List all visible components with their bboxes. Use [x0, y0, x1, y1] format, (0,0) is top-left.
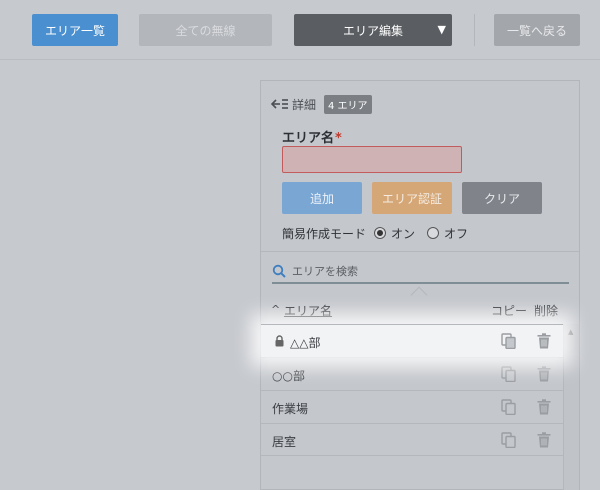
list-scrollbar[interactable]: ▲ — [563, 324, 579, 490]
required-mark: * — [335, 131, 342, 146]
list-item[interactable]: 作業場 — [261, 390, 563, 423]
area-search[interactable]: エリアを検索 — [272, 260, 569, 284]
copy-icon[interactable] — [501, 432, 516, 448]
copy-icon[interactable] — [501, 399, 516, 415]
lock-icon — [275, 335, 284, 347]
area-count-badge: 4 エリア — [324, 94, 372, 114]
area-edit-dropdown[interactable]: エリア編集 ▼ — [294, 14, 452, 46]
area-edit-label: エリア編集 — [343, 23, 404, 38]
column-area-name[interactable]: エリア名 — [284, 302, 332, 319]
area-detail-panel: 詳細 4 エリア エリア名* 追加 エリア認証 クリア 簡易作成モード オン オ… — [260, 80, 580, 490]
column-copy: コピー — [491, 304, 528, 318]
area-list-button[interactable]: エリア一覧 — [32, 14, 118, 46]
mode-on-radio[interactable] — [374, 227, 387, 239]
trash-icon[interactable] — [537, 333, 551, 349]
detail-label: 詳細 — [292, 97, 317, 112]
area-auth-button[interactable]: エリア認証 — [372, 182, 452, 214]
area-name: △△部 — [290, 336, 321, 350]
toolbar-divider — [474, 14, 475, 46]
sort-asc-icon[interactable]: ^ — [271, 303, 280, 316]
area-name: 作業場 — [272, 402, 309, 416]
mode-label: 簡易作成モード — [282, 226, 367, 241]
area-name: 居室 — [272, 435, 297, 449]
list-item[interactable]: △△部 — [261, 324, 563, 357]
caret-down-icon: ▼ — [437, 23, 446, 36]
divider — [261, 251, 579, 252]
column-delete: 削除 — [534, 304, 559, 318]
all-wireless-button[interactable]: 全ての無線 — [139, 14, 272, 46]
detail-header: 詳細 4 エリア — [271, 94, 372, 114]
area-name-input[interactable] — [282, 146, 462, 173]
trash-icon[interactable] — [537, 399, 551, 415]
area-name-label: エリア名* — [282, 127, 342, 146]
add-button[interactable]: 追加 — [282, 182, 362, 214]
mode-on-label: オン — [391, 226, 416, 241]
search-icon — [272, 264, 286, 278]
area-name: ○○部 — [272, 369, 305, 383]
area-list: △△部 ○○部 作業場 居室 — [261, 324, 563, 490]
trash-icon[interactable] — [537, 432, 551, 448]
trash-icon[interactable] — [537, 366, 551, 382]
list-item[interactable]: 居室 — [261, 423, 563, 456]
scroll-up-icon[interactable]: ▲ — [568, 328, 573, 336]
clear-button[interactable]: クリア — [462, 182, 542, 214]
copy-icon[interactable] — [501, 333, 516, 349]
back-to-list-button[interactable]: 一覧へ戻る — [494, 14, 580, 46]
search-input[interactable]: エリアを検索 — [292, 263, 358, 279]
quick-create-mode: 簡易作成モード オン オフ — [282, 224, 472, 242]
copy-icon[interactable] — [501, 366, 516, 382]
back-arrow-icon[interactable] — [271, 98, 289, 110]
top-toolbar: エリア一覧 全ての無線 エリア編集 ▼ 一覧へ戻る — [0, 0, 600, 60]
mode-off-label: オフ — [444, 226, 469, 241]
list-header: ^ エリア名 コピー 削除 — [261, 300, 579, 324]
list-item[interactable]: ○○部 — [261, 357, 563, 390]
mode-off-radio[interactable] — [427, 227, 440, 239]
area-name-label-text: エリア名 — [282, 131, 335, 146]
